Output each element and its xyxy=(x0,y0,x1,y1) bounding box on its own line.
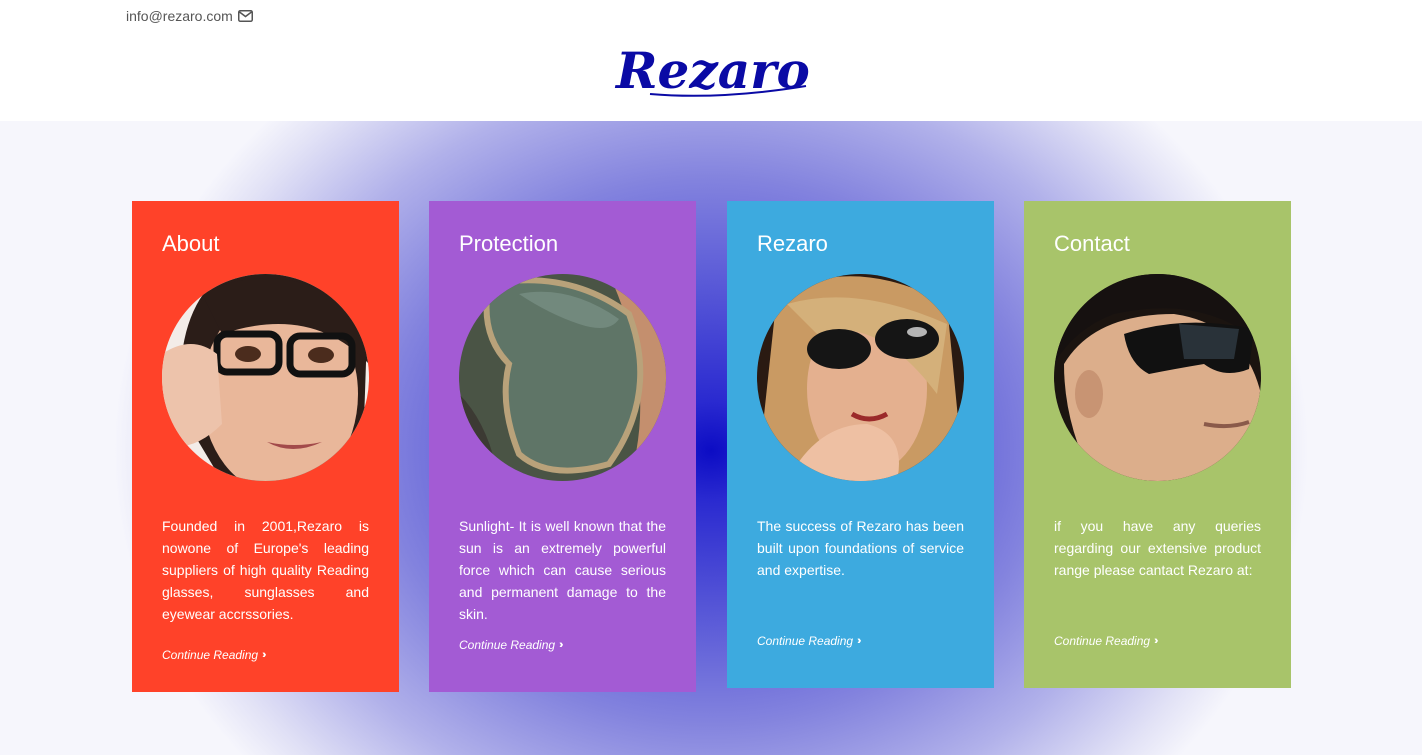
card-title: Rezaro xyxy=(757,231,828,256)
continue-label: Continue Reading xyxy=(1054,634,1151,648)
woman-reading-glasses-image xyxy=(162,274,369,481)
card-text: if you have any queries regarding our ex… xyxy=(1054,518,1261,578)
continue-label: Continue Reading xyxy=(459,638,556,652)
double-chevron-right-icon: ›› xyxy=(559,639,564,651)
woman-sunglasses-image xyxy=(757,274,964,481)
card-title: Contact xyxy=(1054,231,1130,256)
double-chevron-right-icon: ›› xyxy=(1154,635,1159,647)
double-chevron-right-icon: ›› xyxy=(857,635,862,647)
card-text: Founded in 2001,Rezaro is nowone of Euro… xyxy=(162,518,369,622)
card-protection: Protection Sunlight- It is well known th… xyxy=(429,201,696,692)
card-title: Protection xyxy=(459,231,559,256)
continue-reading-link[interactable]: Continue Reading ›› xyxy=(162,648,267,662)
card-rezaro: Rezaro The success of Rezaro has been bu… xyxy=(727,201,994,688)
card-title: About xyxy=(162,231,220,256)
email-link[interactable]: info@rezaro.com xyxy=(126,8,253,24)
continue-reading-link[interactable]: Continue Reading ›› xyxy=(757,634,862,648)
card-contact: Contact if you have any queries regardin… xyxy=(1024,201,1291,688)
double-chevron-right-icon: ›› xyxy=(262,649,267,661)
top-header: info@rezaro.com Rezaro xyxy=(0,0,1422,121)
continue-reading-link[interactable]: Continue Reading ›› xyxy=(459,638,564,652)
svg-text:Rezaro: Rezaro xyxy=(614,41,810,100)
man-sunglasses-image xyxy=(1054,274,1261,481)
aviator-lens-image xyxy=(459,274,666,481)
email-text: info@rezaro.com xyxy=(126,8,233,24)
continue-reading-link[interactable]: Continue Reading ›› xyxy=(1054,634,1159,648)
envelope-icon xyxy=(237,10,253,22)
card-text: Sunlight- It is well known that the sun … xyxy=(459,518,666,622)
rezaro-logo[interactable]: Rezaro xyxy=(610,36,814,108)
card-text: The success of Rezaro has been built upo… xyxy=(757,518,964,578)
continue-label: Continue Reading xyxy=(162,648,259,662)
continue-label: Continue Reading xyxy=(757,634,854,648)
card-about: About Founded in 2001,Rezaro is nowone o… xyxy=(132,201,399,692)
